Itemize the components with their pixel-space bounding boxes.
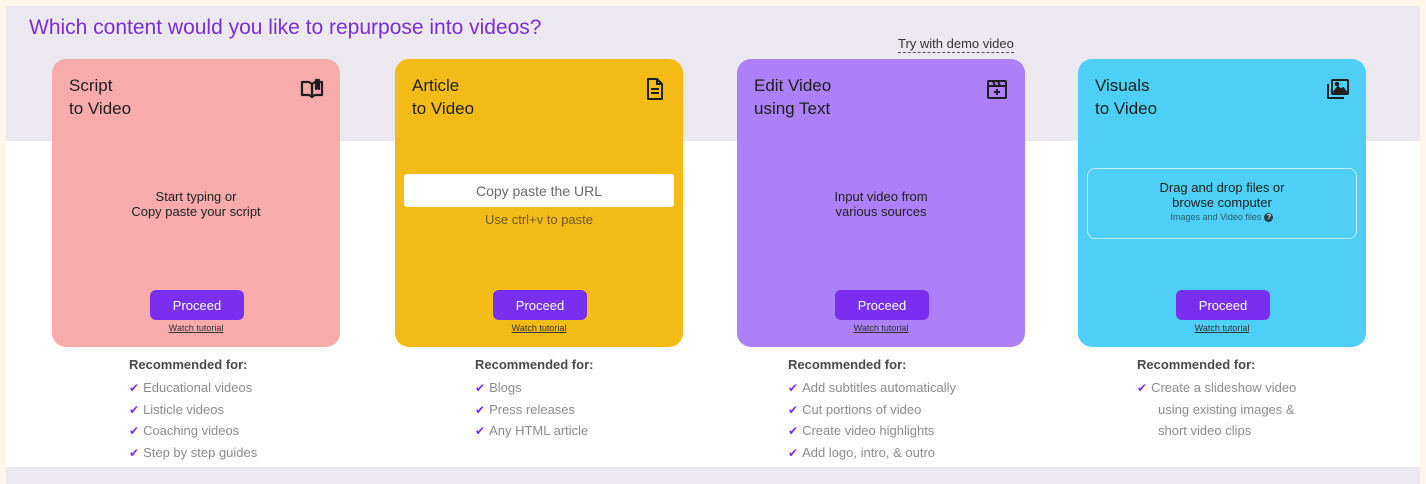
list-item: ✔ Listicle videos xyxy=(129,399,257,421)
checkmark-icon: ✔ xyxy=(475,381,486,395)
dropzone-subtitle-text: Images and Video files xyxy=(1170,212,1262,222)
checkmark-icon: ✔ xyxy=(788,445,799,460)
card-title-line2: to Video xyxy=(1095,99,1158,118)
recommended-list-edit-video: Recommended for: ✔ Add subtitles automati… xyxy=(788,357,956,463)
book-icon xyxy=(300,77,324,101)
checkmark-icon: ✔ xyxy=(788,424,799,438)
list-item: ✔ Blogs xyxy=(475,377,593,399)
checkmark-icon: ✔ xyxy=(788,381,799,395)
list-item-continuation: short video clips xyxy=(1158,423,1252,438)
list-item: ✔ Create video highlights xyxy=(788,420,956,442)
try-demo-video-link[interactable]: Try with demo video xyxy=(898,36,1014,53)
list-item-label: Listicle videos xyxy=(143,401,224,417)
proceed-button[interactable]: Proceed xyxy=(150,290,244,320)
list-item: ✔ Add logo, intro, & outro xyxy=(788,442,956,464)
edit-video-using-text-card[interactable]: Edit Video using Text Input video from v… xyxy=(737,59,1025,347)
paste-hint: Use ctrl+v to paste xyxy=(484,212,594,227)
checkmark-icon: ✔ xyxy=(129,445,140,460)
list-item: ✔ Educational videos xyxy=(129,377,257,399)
list-item-label: Blogs xyxy=(489,380,522,395)
recommended-list-article: Recommended for: ✔ Blogs ✔ Press releases … xyxy=(475,357,593,442)
checkmark-icon: ✔ xyxy=(129,381,140,395)
checkmark-icon: ✔ xyxy=(1137,381,1148,395)
watch-tutorial-link[interactable]: Watch tutorial xyxy=(737,323,1025,333)
visuals-to-video-card[interactable]: Visuals to Video Drag and drop files or … xyxy=(1078,59,1366,347)
dropzone-subtitle: Images and Video files? xyxy=(1088,212,1356,223)
list-item-label: Step by step guides xyxy=(143,444,258,460)
card-title-line2: to Video xyxy=(412,99,475,118)
list-item-label: Educational videos xyxy=(143,380,253,395)
card-title-line1: Article xyxy=(412,76,460,95)
prompt-line2: Copy paste your script xyxy=(131,204,261,219)
list-item-label: Coaching videos xyxy=(143,423,240,438)
prompt-line2: various sources xyxy=(835,204,927,219)
list-item: ✔ Coaching videos xyxy=(129,420,257,442)
images-icon xyxy=(1326,77,1350,101)
list-item-label: Add logo, intro, & outro xyxy=(802,444,936,460)
list-item: ✔ Cut portions of video xyxy=(788,399,956,421)
card-title: Edit Video using Text xyxy=(754,74,831,120)
list-item-continuation: using existing images & xyxy=(1158,401,1295,417)
video-edit-icon xyxy=(985,77,1009,101)
card-title: Visuals to Video xyxy=(1095,74,1157,120)
checkmark-icon: ✔ xyxy=(129,424,140,438)
page-title: Which content would you like to repurpos… xyxy=(29,16,542,39)
document-icon xyxy=(643,77,667,101)
watch-tutorial-link[interactable]: Watch tutorial xyxy=(1078,323,1366,333)
card-title-line2: using Text xyxy=(754,99,831,118)
list-item: ✔ Create a slideshow video xyxy=(1137,377,1296,399)
proceed-button[interactable]: Proceed xyxy=(1176,290,1270,320)
list-item-label: Any HTML article xyxy=(489,423,589,438)
card-title-line1: Script xyxy=(69,76,113,95)
script-to-video-card[interactable]: Script to Video Start typing or Copy pas… xyxy=(52,59,340,347)
proceed-button[interactable]: Proceed xyxy=(835,290,929,320)
dropzone-line2: browse computer xyxy=(1172,195,1272,210)
recommended-heading: Recommended for: xyxy=(475,357,594,372)
recommended-heading: Recommended for: xyxy=(788,357,907,372)
card-title-line1: Visuals xyxy=(1095,76,1150,95)
footer-band xyxy=(6,467,1420,484)
list-item-label: Cut portions of video xyxy=(802,401,922,417)
file-dropzone[interactable]: Drag and drop files or browse computer I… xyxy=(1087,168,1357,239)
proceed-button[interactable]: Proceed xyxy=(493,290,587,320)
watch-tutorial-link[interactable]: Watch tutorial xyxy=(52,323,340,333)
list-item-label: Create a slideshow video xyxy=(1151,380,1297,395)
recommended-heading: Recommended for: xyxy=(1137,357,1256,372)
checkmark-icon: ✔ xyxy=(475,424,486,438)
list-item-label: Add subtitles automatically xyxy=(802,380,956,395)
watch-tutorial-link[interactable]: Watch tutorial xyxy=(395,323,683,333)
prompt-line1: Start typing or xyxy=(155,189,237,204)
checkmark-icon: ✔ xyxy=(475,402,486,417)
checkmark-icon: ✔ xyxy=(788,402,799,417)
recommended-list-script: Recommended for: ✔ Educational videos ✔ Li… xyxy=(129,357,257,463)
list-item: ✔ Step by step guides xyxy=(129,442,257,464)
article-url-input[interactable] xyxy=(404,174,674,207)
list-item: ✔ Add subtitles automatically xyxy=(788,377,956,399)
video-source-prompt[interactable]: Input video from various sources xyxy=(737,189,1025,219)
checkmark-icon: ✔ xyxy=(129,402,140,417)
script-input-prompt[interactable]: Start typing or Copy paste your script xyxy=(52,189,340,219)
card-title-line1: Edit Video xyxy=(754,76,832,95)
card-title-line2: to Video xyxy=(69,99,132,118)
card-title: Script to Video xyxy=(69,74,131,120)
recommended-list-visuals: Recommended for: ✔ Create a slideshow vid… xyxy=(1137,357,1296,442)
list-item: ✔ Any HTML article xyxy=(475,420,593,442)
article-to-video-card[interactable]: Article to Video Use ctrl+v to paste Pro… xyxy=(395,59,683,347)
help-icon[interactable]: ? xyxy=(1264,213,1274,223)
list-item-label: Press releases xyxy=(489,401,576,417)
prompt-line1: Input video from xyxy=(834,189,928,204)
list-item-label: Create video highlights xyxy=(802,423,935,438)
card-title: Article to Video xyxy=(412,74,474,120)
recommended-heading: Recommended for: xyxy=(129,357,248,372)
dropzone-line1: Drag and drop files or xyxy=(1159,180,1285,195)
list-item: ✔ Press releases xyxy=(475,399,593,421)
